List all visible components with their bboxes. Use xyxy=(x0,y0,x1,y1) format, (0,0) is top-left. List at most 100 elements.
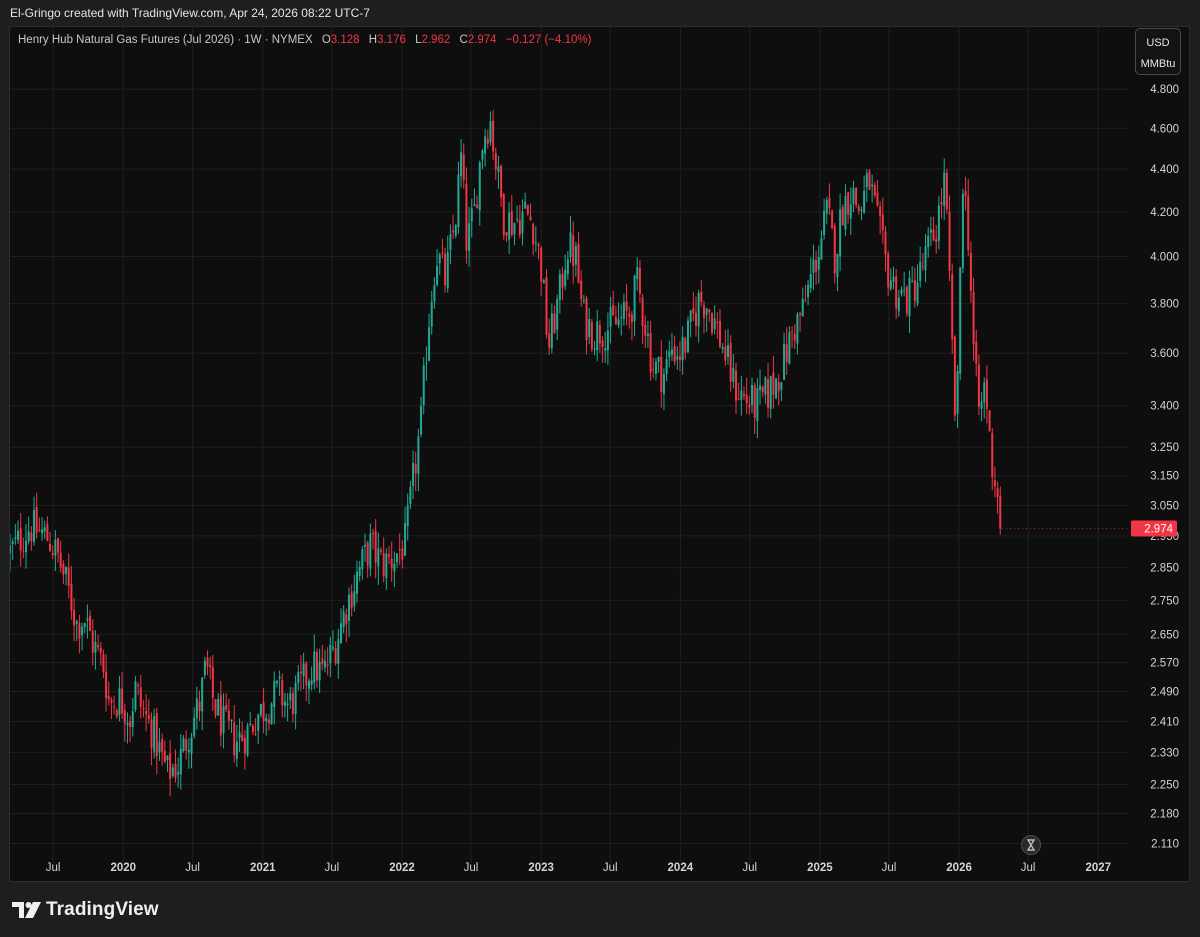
candle-body xyxy=(873,184,876,196)
candle-body xyxy=(943,172,946,206)
candle-body xyxy=(374,530,377,563)
candle-body xyxy=(900,289,903,294)
candle-body xyxy=(767,379,770,408)
x-axis-tick-label: Jul xyxy=(46,862,61,874)
candle-body xyxy=(137,684,140,687)
x-axis-tick-label: 2027 xyxy=(1085,862,1111,874)
candle-body xyxy=(500,166,503,198)
candle-body xyxy=(321,658,324,665)
candle-body xyxy=(598,325,601,344)
candle-body xyxy=(678,356,681,360)
candle-body xyxy=(673,346,676,362)
candle-body xyxy=(129,721,132,727)
candle-body xyxy=(70,583,73,611)
candle-body xyxy=(342,611,345,628)
open-label: O xyxy=(321,34,331,46)
candle-body xyxy=(596,321,599,351)
candle-body xyxy=(123,710,126,724)
candle-body xyxy=(748,404,751,408)
candle-body xyxy=(444,253,447,285)
candle-body xyxy=(363,544,366,547)
candle-body xyxy=(580,280,583,300)
candle-body xyxy=(825,200,828,214)
candle-body xyxy=(179,748,182,775)
candle-body xyxy=(310,680,313,685)
candle-body xyxy=(769,376,772,409)
candle-body xyxy=(372,532,375,535)
y-axis-tick-label: 3.600 xyxy=(1150,348,1179,360)
candle-body xyxy=(823,210,826,236)
x-axis-tick-label: Jul xyxy=(603,862,618,874)
candle-body xyxy=(289,693,292,701)
timer-icon[interactable] xyxy=(1021,835,1041,855)
candle-body xyxy=(740,390,743,400)
candle-body xyxy=(422,365,425,405)
candle-body xyxy=(259,704,262,716)
candle-body xyxy=(65,566,68,574)
candle-body xyxy=(628,313,631,317)
candle-body xyxy=(913,280,916,301)
candle-body xyxy=(249,723,252,726)
candle-body xyxy=(558,274,561,300)
candle-body xyxy=(145,710,148,715)
candle-body xyxy=(113,706,116,708)
candle-body xyxy=(694,312,697,326)
x-axis-tick-label: 2026 xyxy=(946,862,972,874)
candle-body xyxy=(753,385,756,418)
y-axis-tick-label: 4.400 xyxy=(1150,164,1179,176)
chart-panel[interactable]: 4.800 4.600 4.400 4.200 4.000 3.800 3.600 3.400… xyxy=(9,26,1190,882)
tradingview-logo-icon xyxy=(12,902,41,918)
candle-body xyxy=(716,321,719,324)
candle-body xyxy=(286,703,289,706)
candle-body xyxy=(497,166,500,172)
candle-body xyxy=(590,322,593,350)
candle-body xyxy=(652,369,655,371)
price-chart[interactable]: 4.800 4.600 4.400 4.200 4.000 3.800 3.600 3.400… xyxy=(10,27,1191,883)
candle-body xyxy=(19,528,22,551)
unit-label: MMBtu xyxy=(1140,58,1176,70)
candle-body xyxy=(526,204,529,215)
candle-body xyxy=(262,702,265,721)
candle-body xyxy=(291,693,294,714)
candle-body xyxy=(107,695,110,700)
candle-body xyxy=(380,550,383,552)
currency-unit-button[interactable]: USD MMBtu xyxy=(1135,28,1181,75)
candle-body xyxy=(449,234,452,251)
candle-body xyxy=(921,265,924,267)
candle-body xyxy=(887,253,890,288)
candle-body xyxy=(361,549,364,570)
candle-body xyxy=(681,336,684,361)
candle-body xyxy=(110,699,113,703)
candle-body xyxy=(977,364,980,407)
candle-body xyxy=(420,406,423,435)
candle-body xyxy=(462,154,465,181)
y-axis-tick-label: 3.400 xyxy=(1150,401,1179,413)
tradingview-logo[interactable]: TradingView xyxy=(12,898,159,922)
currency-label: USD xyxy=(1146,37,1170,49)
candle-body xyxy=(297,672,300,683)
candle-body xyxy=(932,229,935,241)
candle-body xyxy=(334,648,337,664)
candle-body xyxy=(49,544,52,552)
x-axis-tick-label: Jul xyxy=(464,862,479,874)
candle-body xyxy=(404,523,407,556)
candle-body xyxy=(468,223,471,252)
candle-body xyxy=(331,647,334,649)
candle-body xyxy=(62,563,65,575)
candle-body xyxy=(206,657,209,667)
candle-body xyxy=(718,320,721,347)
candle-body xyxy=(993,480,996,487)
candle-body xyxy=(833,225,836,274)
y-axis-tick-label: 3.050 xyxy=(1150,500,1179,512)
symbol-title: Henry Hub Natural Gas Futures (Jul 2026)… xyxy=(18,34,313,46)
candle-body xyxy=(10,545,11,554)
candle-body xyxy=(759,385,762,390)
candle-body xyxy=(940,202,943,205)
candle-body xyxy=(612,305,615,316)
candle-body xyxy=(406,505,409,527)
candle-body xyxy=(566,259,569,275)
candle-body xyxy=(620,317,623,319)
candle-body xyxy=(534,241,537,243)
candle-body xyxy=(772,372,775,395)
candle-body xyxy=(881,214,884,231)
